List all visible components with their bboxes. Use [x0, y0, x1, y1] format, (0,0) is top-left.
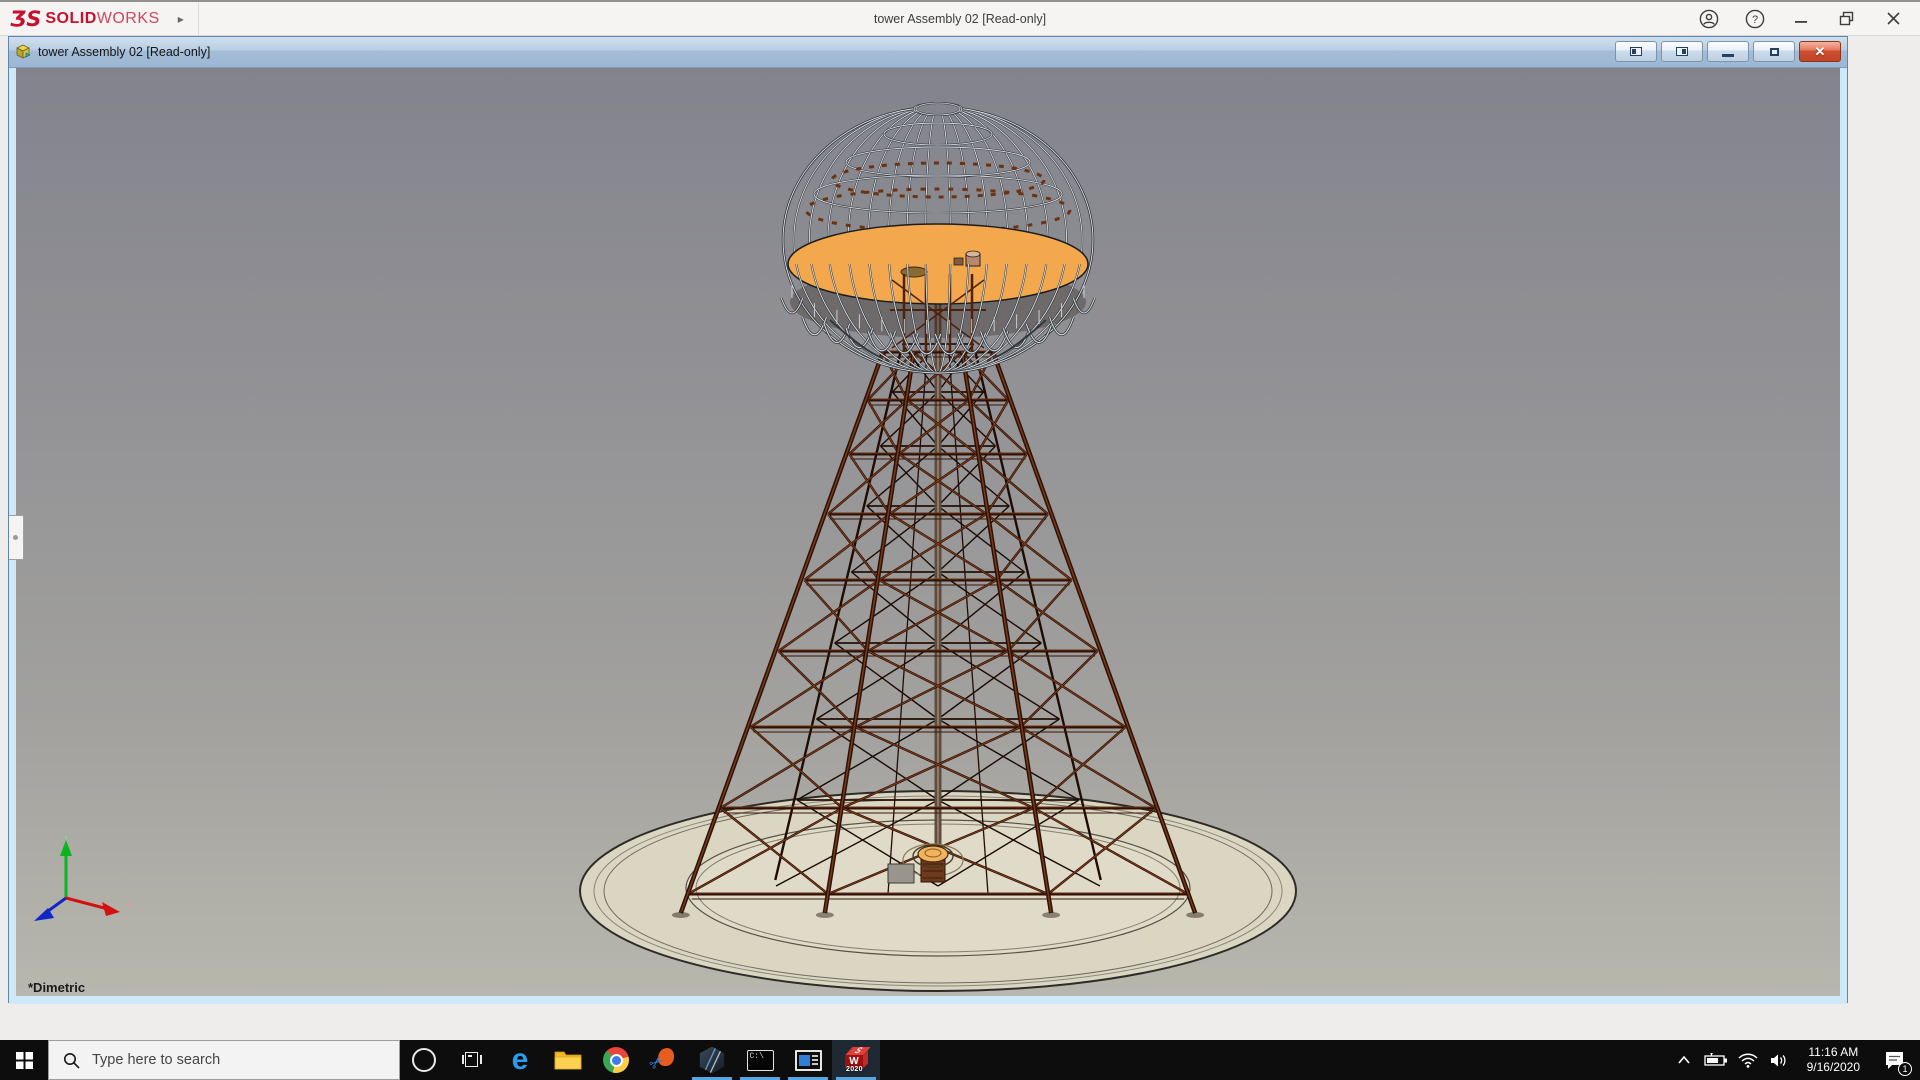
- taskbar: e ✂ C:\ S W 2020: [0, 1040, 1920, 1080]
- volume-icon[interactable]: [1767, 1040, 1793, 1080]
- document-title: tower Assembly 02 [Read-only]: [38, 45, 210, 59]
- command-prompt-button[interactable]: C:\: [736, 1040, 784, 1080]
- doc-minimize-button[interactable]: [1707, 41, 1749, 62]
- document-titlebar[interactable]: tower Assembly 02 [Read-only] ✕: [9, 37, 1847, 68]
- minimize-button[interactable]: [1788, 6, 1814, 32]
- account-icon[interactable]: [1696, 6, 1722, 32]
- hexagon-app-button[interactable]: [688, 1040, 736, 1080]
- file-explorer-icon: [554, 1048, 582, 1072]
- media-app-button[interactable]: [784, 1040, 832, 1080]
- orientation-triad: x: [30, 836, 140, 936]
- notification-badge: 1: [1898, 1062, 1912, 1076]
- close-icon: ✕: [1815, 45, 1826, 58]
- solidworks-app-button[interactable]: S W 2020: [832, 1040, 880, 1080]
- cortana-button[interactable]: [400, 1040, 448, 1080]
- pane-right-button[interactable]: [1661, 41, 1703, 62]
- titlebar-separator: [198, 2, 199, 35]
- start-button[interactable]: [0, 1040, 48, 1080]
- screen-capture-icon: ✂: [651, 1047, 677, 1073]
- search-icon: [63, 1052, 80, 1069]
- menu-flyout-arrow-icon[interactable]: ▸: [178, 12, 184, 26]
- 3d-viewport[interactable]: [16, 68, 1840, 996]
- doc-restore-button[interactable]: [1753, 41, 1795, 62]
- media-app-icon: [795, 1050, 822, 1071]
- app-title: tower Assembly 02 [Read-only]: [0, 12, 1920, 26]
- restore-icon: [1770, 48, 1779, 56]
- screen-capture-button[interactable]: ✂: [640, 1040, 688, 1080]
- hexagon-app-icon: [699, 1047, 726, 1074]
- chrome-icon: [603, 1047, 629, 1073]
- close-button[interactable]: [1880, 6, 1906, 32]
- pane-left-icon: [1630, 47, 1642, 56]
- task-view-icon: [462, 1052, 482, 1068]
- doc-close-button[interactable]: ✕: [1799, 41, 1841, 62]
- task-view-button[interactable]: [448, 1040, 496, 1080]
- battery-icon[interactable]: [1703, 1040, 1729, 1080]
- assembly-document-icon: [14, 43, 32, 61]
- edge-button[interactable]: e: [496, 1040, 544, 1080]
- taskbar-search[interactable]: [48, 1040, 400, 1080]
- search-input[interactable]: [90, 1051, 354, 1069]
- document-window: tower Assembly 02 [Read-only] ✕: [8, 36, 1848, 1003]
- system-tray: 11:16 AM 9/16/2020 1: [1671, 1040, 1920, 1080]
- solidworks-logo: ƷS SOLID WORKS: [0, 2, 160, 35]
- chrome-button[interactable]: [592, 1040, 640, 1080]
- taskbar-clock[interactable]: 11:16 AM 9/16/2020: [1799, 1045, 1868, 1075]
- brand-works: WORKS: [97, 10, 160, 28]
- view-orientation-label: *Dimetric: [28, 980, 85, 995]
- action-center-button[interactable]: 1: [1874, 1040, 1914, 1080]
- axis-x-label: x: [126, 899, 132, 911]
- clock-time: 11:16 AM: [1807, 1045, 1860, 1060]
- restore-button[interactable]: [1834, 6, 1860, 32]
- edge-icon: e: [512, 1045, 529, 1075]
- dassault-logo-icon: ƷS: [10, 7, 41, 31]
- brand-solid: SOLID: [45, 10, 96, 28]
- feature-tree-pane-handle[interactable]: [9, 515, 24, 560]
- wifi-icon[interactable]: [1735, 1040, 1761, 1080]
- viewport-frame: x *Dimetric: [9, 68, 1847, 1004]
- command-prompt-icon: C:\: [747, 1050, 774, 1071]
- file-explorer-button[interactable]: [544, 1040, 592, 1080]
- help-icon[interactable]: ?: [1742, 6, 1768, 32]
- cortana-icon: [412, 1048, 436, 1072]
- solidworks-icon: S W 2020: [842, 1046, 870, 1074]
- minimize-icon: [1722, 54, 1734, 57]
- tray-chevron-icon[interactable]: [1671, 1040, 1697, 1080]
- svg-text:?: ?: [1752, 14, 1758, 26]
- pane-right-icon: [1676, 47, 1688, 56]
- pane-left-button[interactable]: [1615, 41, 1657, 62]
- clock-date: 9/16/2020: [1807, 1060, 1860, 1075]
- app-titlebar: ƷS SOLID WORKS ▸ tower Assembly 02 [Read…: [0, 0, 1920, 36]
- windows-logo-icon: [16, 1052, 33, 1069]
